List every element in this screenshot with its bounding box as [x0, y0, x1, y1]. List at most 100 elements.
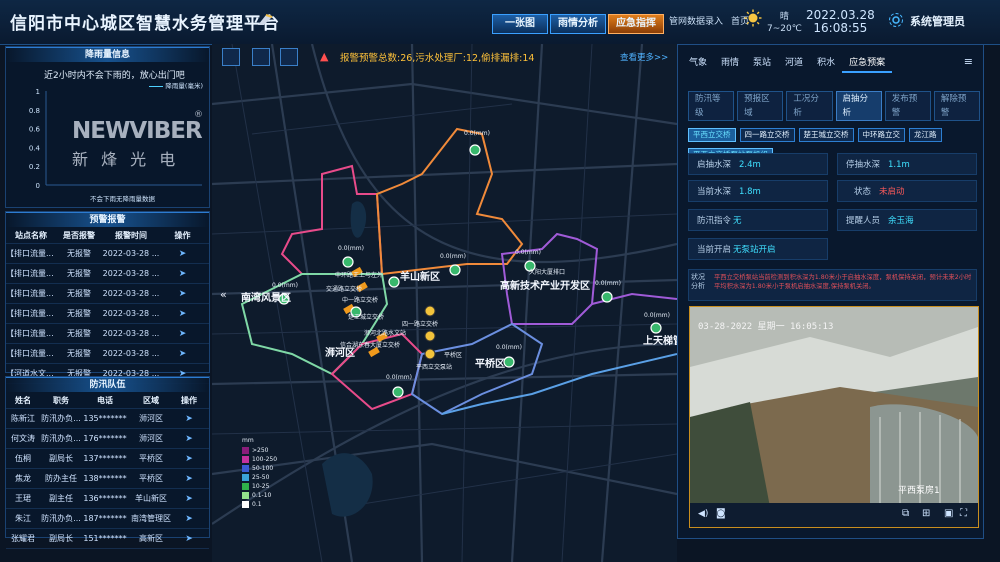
station-label-2[interactable]: 交通路立交桥	[326, 284, 362, 293]
alarm-icon: ▲	[320, 50, 329, 63]
team-row[interactable]: 何文涛 防汛办负... 176******* 浉河区 ➤	[6, 429, 209, 449]
district-hightech[interactable]: 高新技术产业开发区	[500, 277, 590, 292]
rain-panel-title: 降雨量信息	[6, 47, 209, 62]
tab-emergency-plan[interactable]: 应急预案	[842, 55, 893, 73]
send-icon[interactable]: ➤	[174, 474, 204, 484]
subtab-start-analysis[interactable]: 启抽分析	[835, 91, 882, 121]
alert-row[interactable]: 【排口流量... 无报警 2022-03-28 ... ➤	[6, 344, 209, 364]
station-label-9[interactable]: 平桥区	[444, 350, 462, 359]
team-row[interactable]: 伍桐 副局长 137******* 平桥区 ➤	[6, 449, 209, 469]
district-nanwan[interactable]: 南湾风景区	[241, 289, 291, 304]
alert-cell-name: 【排口流量...	[6, 349, 54, 358]
alarm-more-link[interactable]: 查看更多>>	[620, 51, 668, 63]
alert-row[interactable]: 【排口流量... 无报警 2022-03-28 ... ➤	[6, 244, 209, 264]
station-label-7[interactable]: 信合湖东春大厦立交桥	[340, 340, 400, 349]
video-player[interactable]: 03-28-2022 星期一 16:05:13 平西泵房1 ◀) ◙ ⧉ ⊞ ▣…	[689, 306, 979, 528]
send-icon[interactable]: ➤	[160, 269, 205, 279]
legend-item-2: 100-250	[252, 456, 278, 463]
team-row[interactable]: 张耀君 副局长 151******* 高新区 ➤	[6, 529, 209, 549]
fit-icon[interactable]: ▣	[944, 508, 953, 519]
command-value: 无	[733, 216, 742, 226]
y-tick-label: 0.2	[29, 163, 40, 171]
chip-longjiang[interactable]: 龙江路	[909, 128, 942, 142]
user-name[interactable]: 系统管理员	[910, 13, 965, 29]
chip-pingxi[interactable]: 平西立交桥	[688, 128, 736, 142]
send-icon[interactable]: ➤	[160, 329, 205, 339]
send-icon[interactable]: ➤	[174, 434, 204, 444]
station-label-6[interactable]: 浉河北路水文站	[364, 328, 406, 337]
send-icon[interactable]: ➤	[174, 494, 204, 504]
weather-temp: 7~20℃	[767, 24, 802, 34]
alert-row[interactable]: 【排口流量... 无报警 2022-03-28 ... ➤	[6, 284, 209, 304]
fullscreen-icon[interactable]: ⛶	[960, 508, 967, 519]
team-cell-name: 王珺	[15, 494, 31, 503]
chip-siyi[interactable]: 四一路立交桥	[739, 128, 795, 142]
nav-emergency[interactable]: 应急指挥	[608, 14, 664, 34]
send-icon[interactable]: ➤	[160, 349, 205, 359]
map-tool-icon[interactable]	[280, 48, 298, 66]
alert-table-header: 站点名称 是否报警 报警时间 操作	[6, 227, 209, 244]
send-icon[interactable]: ➤	[174, 514, 204, 524]
video-timestamp: 03-28-2022 星期一 16:05:13	[698, 322, 834, 332]
alert-cell-status: 无报警	[67, 269, 91, 278]
tab-weather[interactable]: 气象	[682, 55, 714, 73]
send-icon[interactable]: ➤	[160, 249, 205, 259]
menu-icon[interactable]: ≡	[964, 55, 973, 68]
nav-one-map[interactable]: 一张图	[492, 14, 548, 34]
map-view[interactable]: ▲ 报警预警总数:26,污水处理厂:12,偷排漏排:14 查看更多>> « 羊山…	[212, 44, 677, 562]
send-icon[interactable]: ➤	[174, 454, 204, 464]
collapse-left-icon[interactable]: «	[220, 288, 227, 301]
camera-icon[interactable]: ◙	[716, 508, 726, 519]
subtab-forecast-area[interactable]: 预报区域	[737, 91, 784, 121]
alert-row[interactable]: 【排口流量... 无报警 2022-03-28 ... ➤	[6, 324, 209, 344]
team-row[interactable]: 焦龙 防办主任 138******* 平桥区 ➤	[6, 469, 209, 489]
send-icon[interactable]: ➤	[160, 289, 205, 299]
map-home-icon[interactable]	[252, 48, 270, 66]
alarm-summary[interactable]: 报警预警总数:26,污水处理厂:12,偷排漏排:14	[340, 50, 534, 64]
send-icon[interactable]: ➤	[174, 414, 204, 424]
team-col-title: 职务	[53, 395, 69, 405]
tab-pump[interactable]: 泵站	[746, 55, 778, 73]
station-label-3[interactable]: 中一路立交桥	[342, 295, 378, 304]
team-cell-phone: 151*******	[83, 534, 127, 543]
team-cell-title: 防办主任	[45, 474, 77, 483]
team-row[interactable]: 朱江 防汛办负... 187******* 南湾管理区 ➤	[6, 509, 209, 529]
watermark-reg: ®	[194, 110, 203, 120]
pipe-data-entry-link[interactable]: 管网数据录入	[669, 14, 723, 27]
station-label-4[interactable]: 四一路立交桥	[402, 319, 438, 328]
district-pingqiao[interactable]: 平桥区	[475, 355, 505, 370]
station-label-1[interactable]: 中环路王上与左外	[335, 270, 383, 279]
layout-grid-icon[interactable]: ⊞	[922, 508, 930, 519]
subtab-publish-alert[interactable]: 发布预警	[884, 91, 931, 121]
district-shangtianti[interactable]: 上天梯管	[643, 332, 677, 347]
subtab-flood-level[interactable]: 防汛等级	[688, 91, 735, 121]
subtab-condition[interactable]: 工况分析	[786, 91, 833, 121]
tab-ponding[interactable]: 积水	[810, 55, 842, 73]
station-label-5[interactable]: 楚王城立交桥	[348, 312, 384, 321]
alert-row[interactable]: 【排口流量... 无报警 2022-03-28 ... ➤	[6, 304, 209, 324]
nav-rain-analysis[interactable]: 雨情分析	[550, 14, 606, 34]
rain-legend-swatches	[242, 447, 249, 508]
current-open-label: 当前开启	[697, 245, 732, 255]
rain-value-4: 0.0(mm)	[515, 249, 541, 256]
time-text: 16:08:55	[813, 21, 868, 35]
district-yangshan[interactable]: 羊山新区	[400, 268, 440, 283]
team-row[interactable]: 王珺 副主任 136******* 羊山新区 ➤	[6, 489, 209, 509]
station-label-10[interactable]: 久阳大厦排口	[529, 267, 565, 276]
team-row[interactable]: 陈新江 防汛办负... 135******* 浉河区 ➤	[6, 409, 209, 429]
chip-zhonghuan[interactable]: 中环路立交	[857, 128, 905, 142]
tab-river[interactable]: 河道	[778, 55, 810, 73]
chip-chuwangcheng[interactable]: 楚王城立交桥	[798, 128, 854, 142]
map-layer-icon[interactable]	[222, 48, 240, 66]
send-icon[interactable]: ➤	[160, 309, 205, 319]
user-avatar-icon[interactable]	[888, 12, 904, 28]
volume-icon[interactable]: ◀)	[698, 509, 708, 519]
legend-item-1: >250	[252, 447, 269, 454]
alert-row[interactable]: 【排口流量... 无报警 2022-03-28 ... ➤	[6, 264, 209, 284]
tab-rain[interactable]: 雨情	[714, 55, 746, 73]
send-icon[interactable]: ➤	[174, 534, 204, 544]
subtab-release-alert[interactable]: 解除预警	[933, 91, 981, 121]
rain-value-9: 0.0(mm)	[644, 312, 670, 319]
station-label-8[interactable]: 平西立交泵站	[416, 362, 452, 371]
snapshot-icon[interactable]: ⧉	[902, 508, 909, 519]
